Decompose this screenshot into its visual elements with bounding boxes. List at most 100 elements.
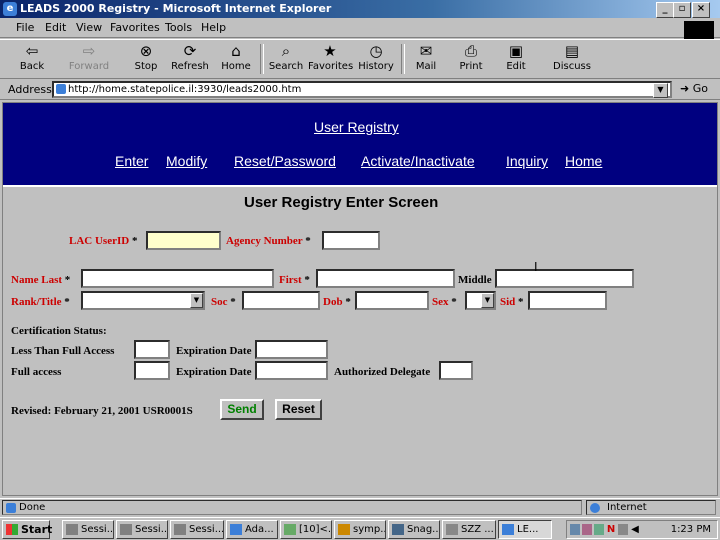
nav-inquiry-link[interactable]: Inquiry (506, 153, 548, 169)
taskbar-item-ada[interactable]: Ada... (226, 520, 278, 539)
app-tray-icon[interactable] (618, 524, 628, 535)
sex-label: Sex * (432, 296, 457, 308)
agency-number-label: Agency Number * (226, 235, 311, 247)
volume-tray-icon[interactable]: ◀ (630, 524, 640, 535)
send-button[interactable]: Send (220, 399, 264, 420)
full-access-expiration-input[interactable] (255, 361, 328, 380)
full-access-label: Full access (11, 366, 62, 378)
middle-name-label: Middle (458, 274, 492, 286)
page-icon (56, 84, 66, 94)
menu-view[interactable]: View (76, 21, 102, 34)
taskbar-item-snagit[interactable]: Snag... (388, 520, 440, 539)
session-app-icon (120, 524, 132, 535)
taskbar-item-symp[interactable]: symp... (334, 520, 386, 539)
edit-button[interactable]: ▣ Edit (494, 42, 538, 78)
back-button[interactable]: ⇦ Back (10, 42, 54, 78)
reset-button[interactable]: Reset (275, 399, 322, 420)
print-button[interactable]: ⎙ Print (449, 42, 493, 78)
nav-home-link[interactable]: Home (565, 153, 602, 169)
middle-name-input[interactable] (495, 269, 634, 288)
close-button[interactable]: × (692, 2, 710, 18)
full-access-input[interactable] (134, 361, 170, 380)
snagit-app-icon (392, 524, 404, 535)
revision-info: Revised: February 21, 2001 USR0001S (11, 405, 193, 417)
certification-status-label: Certification Status: (11, 325, 107, 337)
chevron-down-icon[interactable]: ▼ (190, 293, 203, 308)
dob-label: Dob * (323, 296, 351, 308)
taskbar-item-leads[interactable]: LE... (498, 520, 552, 539)
maximize-button[interactable]: ▫ (673, 2, 691, 18)
discuss-button[interactable]: ▤ Discuss (550, 42, 594, 78)
windows-logo-icon (6, 524, 18, 535)
history-button[interactable]: ◷ History (354, 42, 398, 78)
favorites-icon: ★ (323, 42, 337, 60)
authorized-delegate-label: Authorized Delegate (334, 366, 431, 378)
authorized-delegate-input[interactable] (439, 361, 473, 380)
clock[interactable]: 1:23 PM (671, 524, 711, 535)
back-arrow-icon: ⇦ (25, 42, 39, 60)
soc-input[interactable] (242, 291, 320, 310)
sid-input[interactable] (528, 291, 607, 310)
taskbar-item-session-1[interactable]: Sessi... (62, 520, 114, 539)
forward-button[interactable]: ⇨ Forward (67, 42, 111, 78)
chevron-down-icon[interactable]: ▼ (481, 293, 494, 308)
favorites-button[interactable]: ★ Favorites (308, 42, 353, 78)
nav-reset-password-link[interactable]: Reset/Password (234, 153, 336, 169)
stop-button[interactable]: ⊗ Stop (124, 42, 168, 78)
go-button[interactable]: ➜ Go (680, 82, 708, 95)
stop-icon: ⊗ (139, 42, 153, 60)
menu-favorites[interactable]: Favorites (110, 21, 160, 34)
sex-select[interactable]: ▼ (465, 291, 496, 310)
search-app-icon (446, 524, 458, 535)
nav-modify-link[interactable]: Modify (166, 153, 207, 169)
refresh-button[interactable]: ⟳ Refresh (168, 42, 212, 78)
history-icon: ◷ (369, 42, 383, 60)
search-icon: ⌕ (281, 42, 291, 60)
minimize-button[interactable]: _ (656, 2, 674, 18)
less-than-full-expiration-input[interactable] (255, 340, 328, 359)
page-content: User Registry Enter Modify Reset/Passwor… (2, 102, 718, 496)
taskbar-item-session-3[interactable]: Sessi... (170, 520, 224, 539)
menu-edit[interactable]: Edit (45, 21, 66, 34)
first-name-input[interactable] (316, 269, 455, 288)
antivirus-tray-icon[interactable]: N (606, 524, 616, 535)
expiration-date-label: Expiration Date (176, 366, 252, 378)
less-than-full-access-input[interactable] (134, 340, 170, 359)
taskbar-item-session-2[interactable]: Sessi... (116, 520, 168, 539)
user-registry-link[interactable]: User Registry (314, 119, 399, 135)
lac-userid-input[interactable] (146, 231, 221, 250)
taskbar-item-szz[interactable]: SZZ ... (442, 520, 496, 539)
address-input[interactable]: http://home.statepolice.il:3930/leads200… (52, 81, 672, 98)
rank-title-select[interactable]: ▼ (81, 291, 205, 310)
dob-input[interactable] (355, 291, 429, 310)
mail-button[interactable]: ✉ Mail (404, 42, 448, 78)
address-url: http://home.statepolice.il:3930/leads200… (68, 84, 302, 95)
app-tray-icon[interactable] (582, 524, 592, 535)
menu-tools[interactable]: Tools (165, 21, 192, 34)
app-tray-icon[interactable] (594, 524, 604, 535)
ie-logo-icon: ⊛ (684, 21, 714, 39)
less-than-full-access-label: Less Than Full Access (11, 345, 115, 357)
home-button[interactable]: ⌂ Home (214, 42, 258, 78)
agency-number-input[interactable] (322, 231, 380, 250)
network-tray-icon[interactable] (570, 524, 580, 535)
nav-activate-inactivate-link[interactable]: Activate/Inactivate (361, 153, 475, 169)
rank-title-label: Rank/Title * (11, 296, 70, 308)
nav-enter-link[interactable]: Enter (115, 153, 148, 169)
system-tray: N ◀ 1:23 PM (566, 520, 718, 539)
ie-app-icon (502, 524, 514, 535)
sid-label: Sid * (500, 296, 524, 308)
menu-file[interactable]: File (16, 21, 34, 34)
start-button[interactable]: Start (2, 520, 52, 539)
address-bar: Address http://home.statepolice.il:3930/… (0, 80, 720, 100)
menu-help[interactable]: Help (201, 21, 226, 34)
ie-window-icon: e (3, 2, 17, 16)
search-button[interactable]: ⌕ Search (264, 42, 308, 78)
taskbar-item-10[interactable]: [10]<... (280, 520, 332, 539)
name-last-input[interactable] (81, 269, 274, 288)
address-dropdown-icon[interactable]: ▼ (653, 83, 668, 98)
name-last-label: Name Last * (11, 274, 71, 286)
forward-arrow-icon: ⇨ (82, 42, 96, 60)
page-done-icon (6, 503, 16, 513)
status-bar: Done Internet (0, 498, 720, 516)
